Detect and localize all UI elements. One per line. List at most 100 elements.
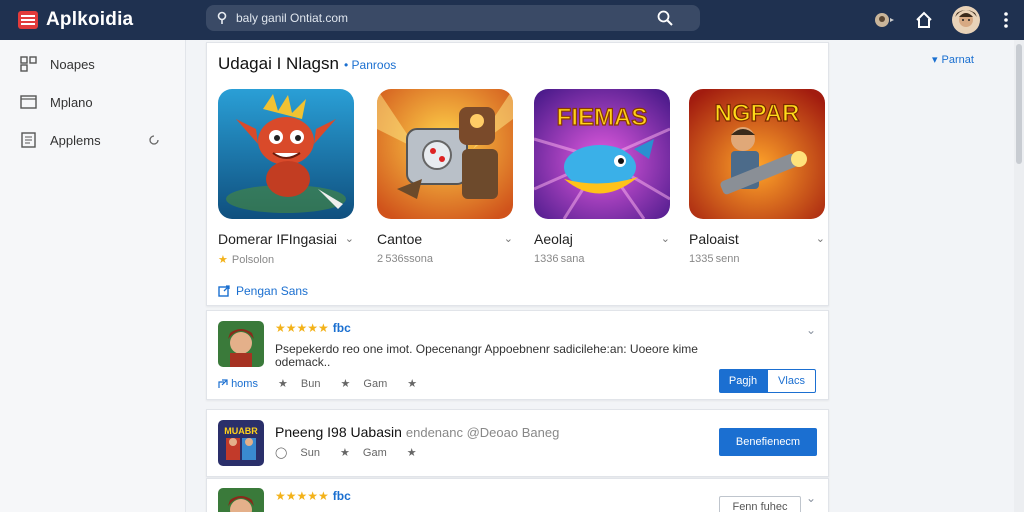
like-stat[interactable]: ★ Bun [277,377,331,391]
review-secondary-button[interactable]: Fenn fuhec [719,496,801,512]
rating-tag: fbc [332,489,351,503]
app-more-icon[interactable]: ⌄ [345,232,354,245]
notification-button[interactable] [864,9,904,31]
review-card: ★★★★★ fbc Fenn fuhec ⌄ [206,478,829,512]
right-panel-link[interactable]: ▾ Parnat [932,53,974,67]
rating-stars: ★★★★★ fbc [275,489,351,503]
app-icon-fish: FIEMAS [534,89,670,219]
sidebar-item-applems[interactable]: Applems [20,132,180,148]
listing-thumbnail-text: MUABR [224,426,258,436]
search-bar[interactable] [206,5,700,31]
avatar[interactable] [944,5,988,35]
app-more-icon[interactable]: ⌄ [504,232,513,245]
home-button[interactable] [904,10,944,30]
star-stat-label: Gam [362,446,387,459]
listing-meta: ◯ Sun ★ Gam ★ [275,446,427,460]
review-secondary-button[interactable]: Vlacs [767,369,816,393]
listing-thumbnail: MUABR [218,420,264,466]
sidebar-item-label: Mplano [50,94,93,110]
app-name: Cantoe [377,231,423,247]
app-card[interactable]: FIEMAS Aeolaj ⌄ 1336 sana [534,89,674,265]
scrollbar[interactable] [1014,40,1024,512]
app-icon-robot [377,89,513,219]
chat-stat[interactable]: ◯ Sun [275,446,330,460]
top-right-actions [864,0,1024,40]
loading-spinner-icon [149,135,159,145]
featured-apps-card: Udagai I Nlagsn • Panroos Domerar IFInga… [206,42,829,306]
listing-subtitle: endenanc @Deoao Baneg [405,425,560,440]
app-listing-card: MUABR Pneeng I98 Uabasin endenanc @Deoao … [206,409,829,477]
reviewer-thumbnail [218,321,264,367]
rating-tag: fbc [332,321,351,335]
featured-footer-label: Pengan Sans [236,284,309,298]
app-icon-text: NGPAR [715,100,800,127]
app-logo[interactable]: Aplkoidia [16,8,206,32]
app-more-icon[interactable]: ⌄ [661,232,670,245]
search-input[interactable] [236,11,636,25]
app-icon-text: FIEMAS [557,104,648,131]
listing-title[interactable]: Pneeng I98 Uabasin endenanc @Deoao Baneg [275,424,559,440]
app-card[interactable]: NGPAR Paloaist ⌄ 1335 senn [689,89,829,265]
sidebar: Noapes Mplano Applems [0,40,186,512]
review-card: ★★★★★ fbc ⌄ Psepekerdo reo one imot. Opec… [206,310,829,400]
app-icon-monster [218,89,354,219]
chat-stat-label: Sun [300,446,320,459]
document-icon [21,132,36,148]
notification-icon [875,13,894,27]
app-name: Domerar IFIngasiai [218,231,338,247]
review-primary-button[interactable]: Pagjh [719,369,767,393]
grid-icon [20,56,37,72]
share-icon [218,378,228,388]
featured-link[interactable]: • Panroos [344,58,396,72]
thumbs-up-icon: ★ [277,378,288,390]
star-stat[interactable]: ★ Gam [339,446,397,460]
chevron-down-icon: ▾ [932,54,938,66]
chevron-down-icon[interactable]: ⌄ [806,491,816,505]
comment-stat-label: Gam [363,377,388,390]
app-meta: 1335 senn [689,253,740,265]
location-pin-icon [217,11,227,24]
sidebar-item-noapes[interactable]: Noapes [20,56,180,72]
external-link-icon [218,285,230,297]
like-stat-label: Bun [300,377,321,390]
window-icon [20,95,37,109]
top-bar: Aplkoidia [0,0,1024,40]
star-icon: ★ [218,254,228,266]
review-actions: Pagjh Vlacs [719,369,816,393]
app-meta: 1336 sana [534,253,585,265]
sidebar-item-mplano[interactable]: Mplano [20,94,180,110]
comment-stat[interactable]: ★ Gam [340,377,397,391]
app-meta: 2 536ssona [377,253,434,265]
more-menu-button[interactable] [988,11,1024,29]
listing-title-text: Pneeng I98 Uabasin [275,424,402,440]
bookmark-icon[interactable]: ★ [407,377,417,390]
search-icon[interactable] [656,9,674,27]
app-card[interactable]: Domerar IFIngasiai ⌄ ★ Polsolon [218,89,358,266]
scrollbar-thumb[interactable] [1016,44,1022,164]
featured-link-label: Panroos [351,58,397,72]
app-name: Aeolaj [534,231,573,247]
app-more-icon[interactable]: ⌄ [816,232,825,245]
review-link-label: homs [231,377,258,390]
review-text: Psepekerdo reo one imot. Opecenangr Appo… [275,342,698,369]
rating-stars: ★★★★★ fbc [275,321,351,335]
chat-icon: ◯ [275,447,288,459]
chevron-down-icon[interactable]: ⌄ [806,323,816,337]
star-outline-icon: ★ [339,447,350,459]
logo-mark-icon [18,11,38,29]
featured-footer-link[interactable]: Pengan Sans [218,284,308,298]
kebab-menu-icon [1004,12,1008,28]
review-link[interactable]: homs [218,378,268,390]
home-icon [916,11,932,28]
reviewer-thumbnail [218,488,264,512]
user-avatar-icon [952,6,980,34]
app-card[interactable]: Cantoe ⌄ 2 536ssona [377,89,517,265]
app-name: Paloaist [689,231,739,247]
right-panel-link-label: Parnat [941,53,974,66]
star-outline-icon: ★ [340,378,351,390]
review-meta: homs ★ Bun ★ Gam ★ [218,377,427,390]
app-meta-text: Polsolon [231,254,275,266]
listing-action-button[interactable]: Benefienecm [719,428,817,456]
bookmark-icon[interactable]: ★ [407,446,417,459]
sidebar-item-label: Applems [50,132,101,148]
